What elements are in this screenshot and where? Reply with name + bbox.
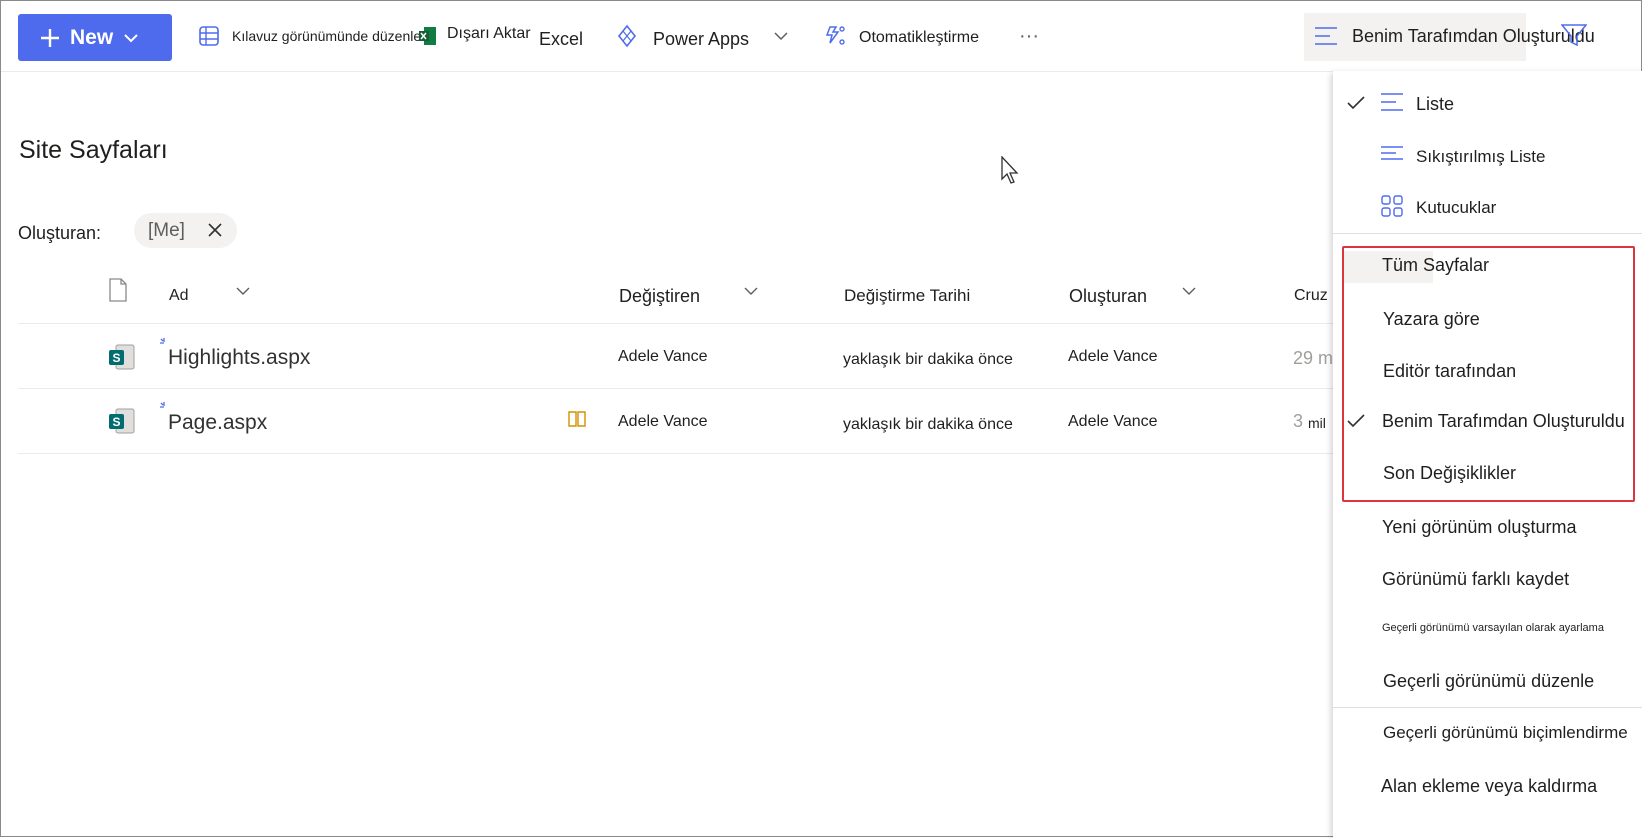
new-button[interactable]: New [18, 14, 172, 61]
new-button-label: New [70, 25, 114, 49]
menu-divider [1333, 233, 1642, 234]
svg-text:S: S [112, 351, 120, 365]
power-apps-icon [615, 24, 639, 48]
checked-out-book-icon [568, 410, 586, 428]
checkmark-icon [1347, 95, 1365, 111]
power-apps-button[interactable]: Power Apps [615, 1, 749, 71]
svg-text:S: S [112, 415, 120, 429]
filter-pill-label: [Me] [148, 219, 185, 241]
column-header-name-label: Ad [169, 287, 189, 304]
tiles-icon [1381, 195, 1403, 217]
column-header-created-by[interactable]: Oluşturan [1069, 271, 1147, 321]
compact-list-icon [1380, 144, 1404, 166]
column-header-modified[interactable]: Değiştirme Tarihi [844, 271, 970, 321]
row-divider [18, 453, 1333, 454]
column-header-name[interactable]: Ad [169, 271, 189, 321]
filter-icon[interactable] [1561, 23, 1587, 47]
grid-edit-button[interactable]: Kılavuz görünümünde düzenle [198, 1, 421, 71]
filter-label: Oluşturan: [18, 223, 102, 243]
grid-edit-label: Kılavuz görünümünde düzenle [232, 28, 422, 44]
view-selector-label: Benim Tarafımdan Oluşturuldu [1352, 25, 1595, 46]
export-button[interactable]: Dışarı Aktar [419, 1, 531, 71]
export-label: Dışarı Aktar [447, 25, 531, 42]
plus-icon [40, 28, 60, 48]
modified-date-cell: yaklaşık bir dakika önce [843, 416, 1013, 433]
created-date-cell: 29 m [1293, 348, 1334, 368]
file-type-icon [108, 278, 128, 302]
excel-icon [419, 26, 437, 46]
created-by-cell[interactable]: Adele Vance [1068, 413, 1158, 431]
page-title: Site Sayfaları [19, 136, 168, 164]
chevron-down-icon [123, 30, 139, 46]
power-apps-label: Power Apps [653, 28, 750, 49]
more-button[interactable]: ··· [1019, 1, 1039, 71]
command-bar: New Kılavuz görünümünde düzenle Dışarı A… [1, 1, 1642, 72]
created-date-cell: 3 [1293, 411, 1304, 431]
column-header-modified-by-label: Değiştiren [619, 285, 701, 306]
power-apps-chevron-icon[interactable] [773, 1, 789, 71]
menu-item-tiles-label: Kutucuklar [1416, 198, 1497, 217]
menu-item-list-label: Liste [1416, 94, 1455, 114]
list-view-icon [1380, 91, 1404, 113]
mouse-cursor-icon [1001, 156, 1021, 184]
flow-icon [823, 24, 847, 48]
column-header-modified-by[interactable]: Değiştiren [619, 271, 700, 321]
automate-label: Otomatikleştirme [859, 29, 980, 46]
chevron-down-icon[interactable] [1181, 284, 1197, 298]
sharepoint-page-icon: S [108, 407, 136, 435]
automate-button[interactable]: Otomatikleştirme [823, 1, 979, 71]
menu-item-add-remove-columns-label: Alan ekleme veya kaldırma [1381, 776, 1598, 796]
highlight-box [1342, 246, 1635, 502]
modified-by-cell[interactable]: Adele Vance [618, 413, 708, 431]
view-selector: Benim Tarafımdan Oluşturuldu [1314, 1, 1595, 71]
file-name-link[interactable]: Highlights.aspx [168, 346, 310, 370]
chevron-down-icon[interactable] [235, 284, 251, 298]
file-name-link[interactable]: Page.aspx [168, 411, 267, 435]
column-header-created-by-label: Oluşturan [1069, 285, 1148, 306]
modified-date-cell: yaklaşık bir dakika önce [843, 351, 1013, 368]
list-view-icon [1314, 25, 1338, 47]
menu-item-edit-view-label: Geçerli görünümü düzenle [1383, 671, 1595, 691]
column-header-created[interactable]: Cruz [1294, 271, 1328, 321]
created-by-cell[interactable]: Adele Vance [1068, 348, 1158, 366]
chevron-down-icon[interactable] [743, 284, 759, 298]
modified-by-cell[interactable]: Adele Vance [618, 348, 708, 366]
filter-pill: [Me] [134, 213, 237, 248]
column-header-modified-label: Değiştirme Tarihi [844, 286, 971, 305]
menu-item-set-default-view-label: Geçerli görünümü varsayılan olarak ayarl… [1382, 622, 1604, 634]
export-excel-label: Excel [539, 28, 584, 49]
menu-item-save-view-as-label: Görünümü farklı kaydet [1382, 569, 1570, 589]
menu-item-compact-list-label: Sıkıştırılmış Liste [1416, 147, 1546, 166]
close-icon[interactable] [207, 222, 223, 238]
menu-item-create-view-label: Yeni görünüm oluşturma [1382, 517, 1577, 537]
column-header-created-label: Cruz [1294, 287, 1328, 304]
menu-divider [1333, 707, 1642, 708]
table-grid-icon [198, 25, 220, 47]
sharepoint-page-icon: S [108, 343, 136, 371]
created-date-suffix: mil [1308, 415, 1326, 431]
menu-item-format-view-label: Geçerli görünümü biçimlendirme [1383, 723, 1628, 742]
